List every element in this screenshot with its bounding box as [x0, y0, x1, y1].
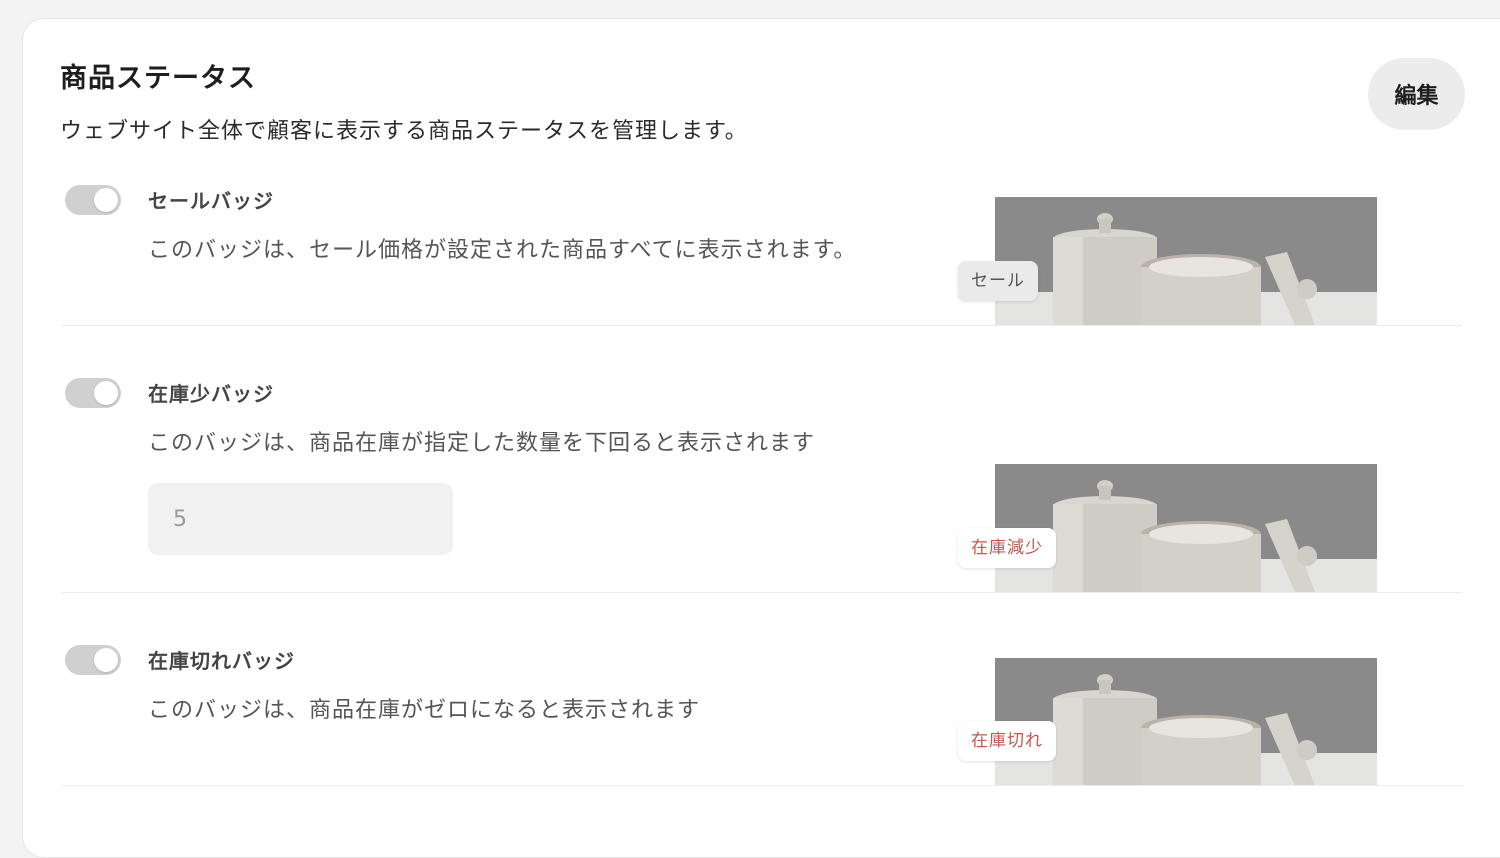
out-of-stock-badge-description: このバッジは、商品在庫がゼロになると表示されます: [148, 698, 701, 723]
low-stock-badge-toggle[interactable]: [65, 378, 121, 408]
sale-preview-badge: セール: [958, 261, 1038, 301]
low-stock-badge-title: 在庫少バッジ: [148, 382, 274, 406]
sale-badge-preview-image: [995, 197, 1377, 325]
toggle-knob: [94, 648, 118, 672]
sale-badge-toggle[interactable]: [65, 185, 121, 215]
page-description: ウェブサイト全体で顧客に表示する商品ステータスを管理します。: [60, 119, 748, 144]
divider: [62, 325, 1462, 326]
divider: [62, 785, 1462, 786]
toggle-knob: [94, 188, 118, 212]
low-stock-preview-badge: 在庫減少: [958, 528, 1056, 568]
low-stock-threshold-input[interactable]: [148, 483, 453, 555]
sale-badge-title: セールバッジ: [148, 189, 274, 213]
low-stock-badge-preview-image: [995, 464, 1377, 592]
toggle-knob: [94, 381, 118, 405]
divider: [62, 592, 1462, 593]
edit-button[interactable]: 編集: [1368, 58, 1465, 130]
sale-badge-description: このバッジは、セール価格が設定された商品すべてに表示されます。: [148, 238, 857, 263]
out-of-stock-preview-badge: 在庫切れ: [958, 721, 1056, 761]
page-title: 商品ステータス: [60, 63, 256, 94]
out-of-stock-badge-toggle[interactable]: [65, 645, 121, 675]
out-of-stock-badge-title: 在庫切れバッジ: [148, 649, 295, 673]
low-stock-badge-description: このバッジは、商品在庫が指定した数量を下回ると表示されます: [148, 431, 816, 456]
